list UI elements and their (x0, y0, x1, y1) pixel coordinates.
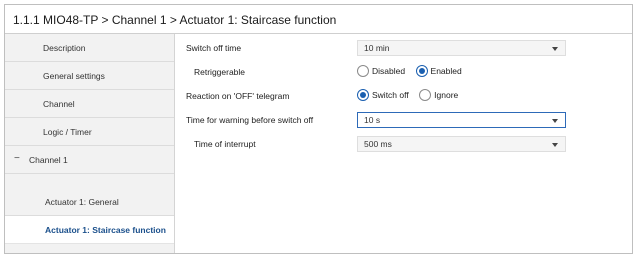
sidebar-item-logic-timer[interactable]: Logic / Timer (5, 118, 174, 146)
sidebar-item-label: Channel 1 (29, 155, 68, 165)
reaction-switch-off-radio[interactable]: Switch off (357, 89, 409, 103)
sidebar-item-label: Actuator 1: Staircase function (45, 225, 166, 235)
sidebar-item-description[interactable]: Description (5, 34, 174, 62)
retriggerable-disabled-radio[interactable]: Disabled (357, 65, 405, 79)
sidebar-item-label: Actuator 1: General (45, 197, 119, 207)
breadcrumb-title: 1.1.1 MIO48-TP > Channel 1 > Actuator 1:… (13, 13, 337, 27)
dropdown-value: 10 min (364, 43, 390, 53)
radio-checked-icon (357, 89, 369, 101)
param-label: Retriggerable (194, 67, 246, 77)
time-of-interrupt-dropdown[interactable]: 500 ms (357, 136, 566, 152)
sidebar-item-label: Logic / Timer (43, 127, 92, 137)
sidebar-item-label: General settings (43, 71, 105, 81)
param-label: Switch off time (186, 43, 242, 53)
sidebar-group-channel-1[interactable]: − Channel 1 (5, 146, 174, 174)
parameter-panel: Switch off time 10 min Retriggerable Dis… (176, 34, 632, 253)
sidebar-item-actuator-1-staircase[interactable]: Actuator 1: Staircase function (5, 216, 174, 244)
dropdown-value: 10 s (364, 115, 381, 125)
sidebar-item-actuator-1-general[interactable]: Actuator 1: General (5, 188, 174, 216)
sidebar: Description General settings Channel Log… (5, 34, 175, 253)
param-row-warning-time: Time for warning before switch off 10 s (176, 110, 632, 130)
sidebar-item-general-settings[interactable]: General settings (5, 62, 174, 90)
reaction-off-radio-group: Switch off Ignore (357, 89, 464, 103)
collapse-minus-icon[interactable]: − (14, 153, 20, 164)
sidebar-item-label: Channel (43, 99, 75, 109)
retriggerable-radio-group: Disabled Enabled (357, 65, 468, 79)
radio-checked-icon (415, 65, 428, 77)
chevron-down-icon (552, 47, 558, 51)
param-label: Reaction on 'OFF' telegram (186, 91, 290, 101)
sidebar-item-label: Description (43, 43, 86, 53)
radio-label: Disabled (372, 66, 406, 76)
param-row-reaction-off: Reaction on 'OFF' telegram Switch off Ig… (176, 86, 632, 106)
param-row-time-of-interrupt: Time of interrupt 500 ms (176, 134, 632, 154)
param-row-retriggerable: Retriggerable Disabled Enabled (176, 62, 632, 82)
dropdown-value: 500 ms (364, 139, 392, 149)
switch-off-time-dropdown[interactable]: 10 min (357, 40, 566, 56)
parameter-window: 1.1.1 MIO48-TP > Channel 1 > Actuator 1:… (4, 4, 633, 254)
param-label: Time of interrupt (194, 139, 256, 149)
param-row-switch-off-time: Switch off time 10 min (176, 38, 632, 58)
reaction-ignore-radio[interactable]: Ignore (419, 89, 458, 103)
param-label: Time for warning before switch off (186, 115, 314, 125)
retriggerable-enabled-radio[interactable]: Enabled (415, 65, 462, 79)
radio-label: Ignore (434, 90, 459, 100)
radio-label: Enabled (430, 66, 462, 76)
sidebar-item-channel[interactable]: Channel (5, 90, 174, 118)
chevron-down-icon (552, 119, 558, 123)
warning-time-dropdown[interactable]: 10 s (357, 112, 566, 128)
breadcrumb-bar: 1.1.1 MIO48-TP > Channel 1 > Actuator 1:… (5, 5, 632, 34)
radio-unchecked-icon (419, 89, 432, 101)
radio-label: Switch off (372, 90, 409, 100)
chevron-down-icon (552, 143, 558, 147)
radio-unchecked-icon (357, 65, 369, 77)
